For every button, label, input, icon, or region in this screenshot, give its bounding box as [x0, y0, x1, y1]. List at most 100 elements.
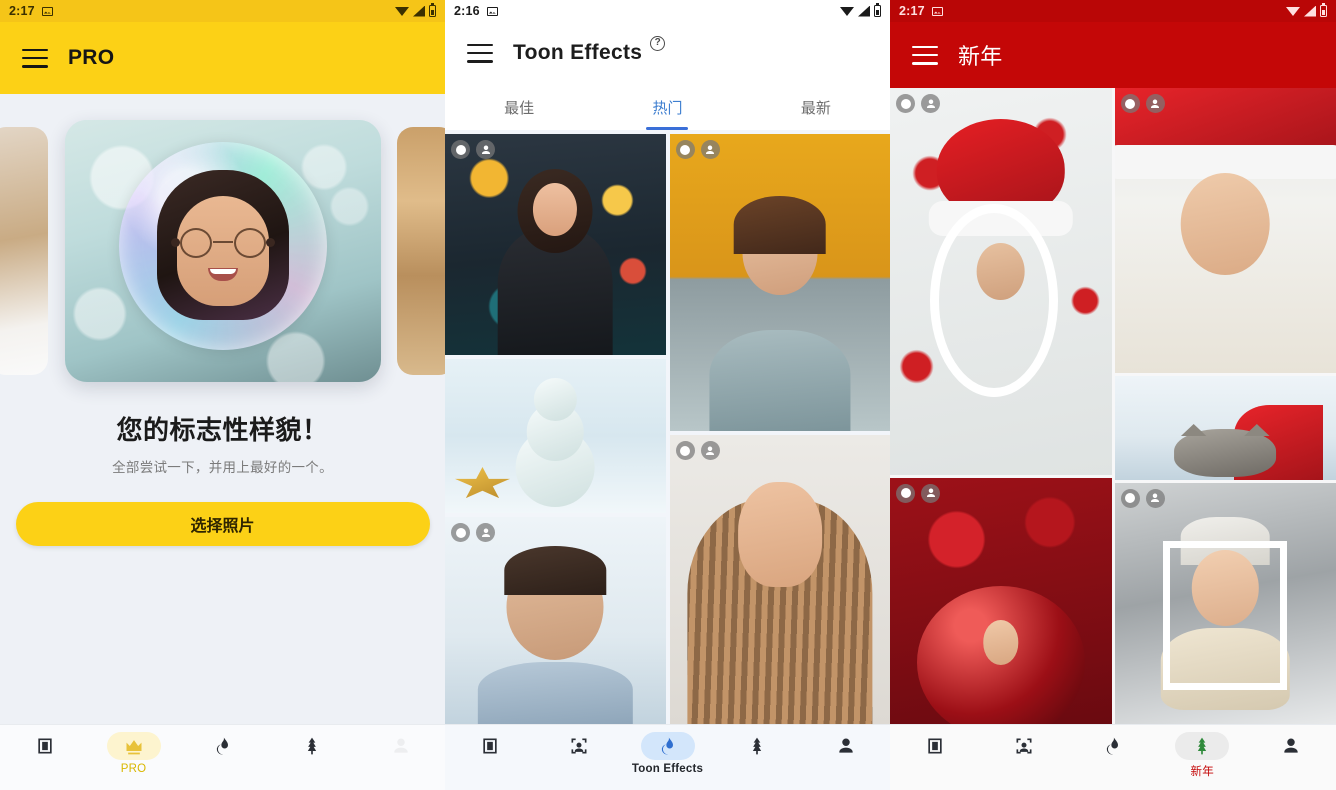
nav-item-profile[interactable] [1247, 732, 1336, 760]
nav-item-toon-effects[interactable]: Toon Effects [623, 732, 712, 775]
nav-pill [18, 732, 72, 760]
screenshot-root: 2:17 PRO 您的标志性样貌！ 全部尝试一下，并用上最好的一个。 选择照片 … [0, 0, 1336, 790]
person-icon [1284, 738, 1299, 753]
card-badges [451, 140, 495, 159]
hamburger-icon[interactable] [912, 45, 938, 65]
card-badges [1120, 94, 1165, 113]
nav-item-frames[interactable] [0, 732, 89, 760]
nav-item-frames[interactable] [445, 732, 534, 760]
grid-column-left [445, 134, 666, 724]
nav-item-new-year[interactable]: 新年 [1158, 732, 1247, 779]
magic-wand-circle-icon [675, 441, 695, 461]
nav-item-toon-effects[interactable] [178, 732, 267, 760]
wifi-icon [395, 6, 409, 17]
person-icon [476, 140, 495, 159]
card-artwork [890, 88, 1112, 475]
bubble-effect-overlay [118, 141, 327, 350]
grid-card[interactable] [1114, 482, 1336, 724]
grid-card[interactable] [890, 88, 1112, 475]
screen-toon-effects: 2:16 Toon Effects ? 最佳 热门 最新 Toon Effect… [445, 0, 890, 790]
snowman-figure [515, 377, 595, 508]
signal-icon [858, 5, 870, 17]
status-bar-time: 2:17 [9, 4, 35, 18]
card-artwork [670, 435, 891, 724]
hero-section: 您的标志性样貌！ 全部尝试一下，并用上最好的一个。 选择照片 [0, 94, 445, 724]
signal-icon [413, 5, 425, 17]
tab-newest[interactable]: 最新 [742, 84, 890, 130]
grid-card[interactable] [669, 134, 891, 432]
screenshot-indicator-icon [41, 6, 53, 16]
grid-card[interactable] [890, 477, 1112, 724]
nav-label-toon-effects: Toon Effects [631, 763, 704, 775]
cartoon-face-avatar [153, 170, 293, 338]
tab-hot[interactable]: 热门 [593, 84, 741, 130]
grid-card[interactable] [445, 517, 666, 724]
nav-item-face-swap[interactable] [979, 732, 1068, 760]
oval-photo-frame [929, 203, 1059, 398]
person-icon [921, 94, 940, 113]
photo-frame-icon [927, 738, 942, 754]
carousel-card-previous[interactable] [0, 127, 48, 375]
hero-title: 您的标志性样貌！ [116, 415, 329, 445]
grid-card[interactable] [445, 359, 666, 514]
nav-item-toon-effects[interactable] [1068, 732, 1157, 760]
page-title: 新年 [958, 44, 1003, 69]
carousel-card-next[interactable] [397, 127, 445, 375]
person-icon [1145, 94, 1165, 113]
nav-item-profile[interactable] [801, 732, 890, 760]
nav-label-new-year: 新年 [1190, 766, 1214, 778]
screenshot-indicator-icon [931, 6, 943, 16]
effects-grid [445, 130, 890, 724]
nav-item-profile[interactable] [356, 732, 445, 760]
wifi-icon [1286, 6, 1300, 17]
signal-icon [1304, 5, 1316, 17]
choose-photo-button[interactable]: 选择照片 [15, 502, 430, 546]
flame-icon [661, 737, 673, 755]
nav-pill [196, 732, 250, 760]
card-badges [896, 483, 940, 503]
magic-wand-circle-icon [896, 483, 915, 503]
status-bar-icons [395, 3, 436, 17]
nav-pill-active [1175, 732, 1230, 760]
grid-card[interactable] [669, 435, 891, 724]
card-badges [675, 140, 720, 159]
nav-item-face-swap[interactable] [534, 732, 623, 760]
flame-icon [1106, 737, 1118, 755]
nav-pill-active [640, 732, 695, 760]
card-badges [675, 441, 720, 461]
nav-item-new-year[interactable] [712, 732, 801, 760]
nav-item-new-year[interactable] [267, 732, 356, 760]
screenshot-indicator-icon [486, 6, 498, 16]
new-year-grid [890, 88, 1336, 724]
nav-pill-active [106, 732, 161, 760]
grid-card[interactable] [445, 134, 666, 356]
card-badges [896, 94, 940, 113]
card-artwork [445, 134, 666, 356]
person-icon [700, 140, 720, 159]
photo-frame-icon [482, 738, 497, 754]
nav-pill [908, 732, 962, 760]
person-icon [393, 738, 408, 753]
status-bar-time: 2:17 [899, 4, 925, 18]
battery-icon [1320, 3, 1327, 17]
status-bar: 2:16 [445, 0, 890, 22]
nav-item-pro[interactable]: PRO [89, 732, 178, 775]
tab-best[interactable]: 最佳 [445, 84, 593, 130]
style-carousel[interactable] [0, 106, 445, 396]
nav-item-frames[interactable] [890, 732, 979, 760]
card-artwork [670, 134, 891, 432]
nav-pill [374, 732, 428, 760]
help-circle-icon[interactable]: ? [650, 36, 666, 51]
hamburger-icon[interactable] [467, 43, 493, 63]
face-swap-icon [571, 738, 586, 754]
nav-label-pro: PRO [120, 763, 147, 775]
status-bar-icons [1286, 3, 1327, 17]
carousel-card-current[interactable] [64, 120, 381, 382]
nav-pill [285, 732, 339, 760]
bottom-navigation: PRO [0, 724, 445, 790]
grid-card[interactable] [1114, 88, 1336, 373]
battery-icon [874, 3, 881, 17]
status-bar-icons [840, 3, 881, 17]
hamburger-icon[interactable] [22, 48, 48, 68]
grid-card[interactable] [1114, 375, 1336, 480]
